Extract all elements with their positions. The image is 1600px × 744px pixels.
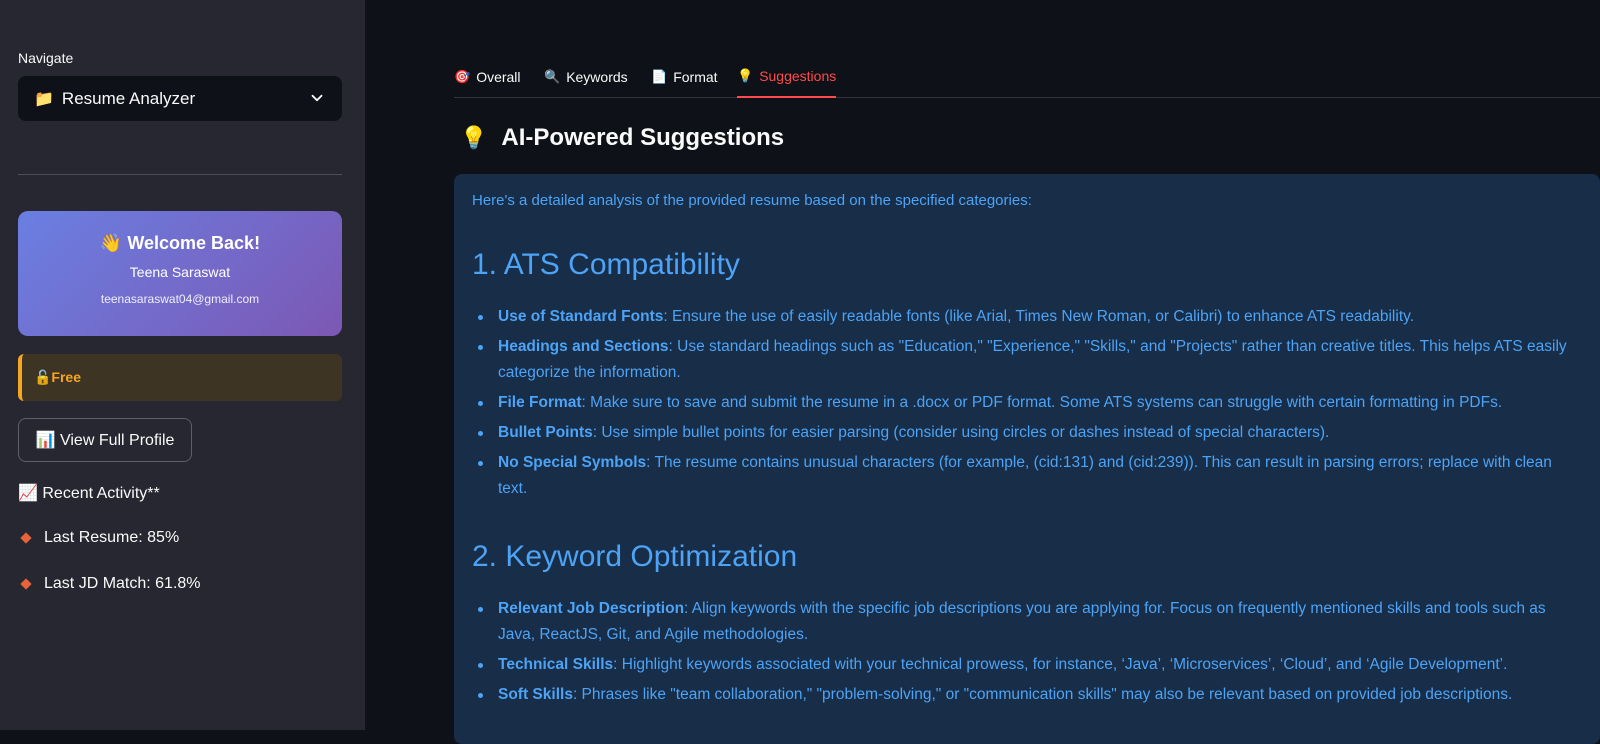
target-icon: 🎯 [454, 69, 471, 84]
sidebar: Navigate 📁 Resume Analyzer 👋 Welcome Bac… [0, 0, 365, 730]
activity-item: Last Resume: 85% [20, 529, 180, 547]
user-email: teenasaraswat04@gmail.com [100, 292, 260, 306]
section-bullet-list: Relevant Job Description: Align keywords… [472, 596, 1582, 712]
intro-text: Here's a detailed analysis of the provid… [472, 192, 1032, 209]
recent-activity-title: 📈 Recent Activity** [18, 485, 160, 502]
navigate-select[interactable]: 📁 Resume Analyzer [18, 76, 342, 121]
sidebar-divider [18, 174, 342, 175]
chevron-down-icon [311, 94, 323, 102]
tab-label: Format [673, 69, 718, 85]
welcome-card: 👋 Welcome Back! Teena Saraswat teenasara… [18, 211, 342, 336]
list-item: Use of Standard Fonts: Ensure the use of… [472, 304, 1582, 330]
view-full-profile-button[interactable]: 📊 View Full Profile [18, 418, 192, 462]
activity-item: Last JD Match: 61.8% [20, 575, 201, 593]
list-item: Relevant Job Description: Align keywords… [472, 596, 1582, 648]
plan-badge: 🔓Free [18, 354, 342, 401]
page-title: 💡 AI-Powered Suggestions [460, 124, 784, 152]
lightbulb-icon: 💡 [737, 68, 754, 83]
tab-overall[interactable]: 🎯 Overall [454, 56, 521, 98]
activity-item-label: Last JD Match: 61.8% [44, 575, 201, 592]
document-icon: 📄 [651, 69, 668, 84]
tab-label: Keywords [566, 69, 628, 85]
magnifier-icon: 🔍 [544, 69, 561, 84]
section-bullet-list: Use of Standard Fonts: Ensure the use of… [472, 304, 1582, 506]
list-item: Technical Skills: Highlight keywords ass… [472, 652, 1582, 678]
navigate-label: Navigate [18, 50, 74, 66]
list-item: File Format: Make sure to save and submi… [472, 390, 1582, 416]
activity-item-label: Last Resume: 85% [44, 529, 180, 546]
list-item: Bullet Points: Use simple bullet points … [472, 420, 1582, 446]
section-title: 2. Keyword Optimization [472, 540, 798, 573]
suggestions-panel: Here's a detailed analysis of the provid… [454, 174, 1600, 744]
navigate-selected-value: Resume Analyzer [61, 88, 196, 108]
diamond-bullet-icon [20, 578, 32, 590]
user-name: Teena Saraswat [129, 264, 231, 280]
list-item: No Special Symbols: The resume contains … [472, 450, 1582, 502]
lightbulb-icon: 💡 [460, 125, 488, 150]
diamond-bullet-icon [20, 532, 32, 544]
tab-suggestions[interactable]: 💡 Suggestions [737, 56, 837, 98]
tab-label: Overall [476, 69, 521, 85]
welcome-title: 👋 Welcome Back! [99, 233, 261, 253]
tab-bar: 🎯 Overall 🔍 Keywords 📄 Format 💡 Suggesti… [454, 56, 1600, 98]
tab-keywords[interactable]: 🔍 Keywords [544, 56, 628, 98]
tab-label: Suggestions [759, 68, 837, 84]
list-item: Headings and Sections: Use standard head… [472, 334, 1582, 386]
page-title-text: AI-Powered Suggestions [501, 124, 785, 151]
section-title: 1. ATS Compatibility [472, 248, 740, 281]
list-item: Soft Skills: Phrases like "team collabor… [472, 682, 1582, 708]
tab-format[interactable]: 📄 Format [651, 56, 718, 98]
folder-icon: 📁 [34, 90, 54, 108]
